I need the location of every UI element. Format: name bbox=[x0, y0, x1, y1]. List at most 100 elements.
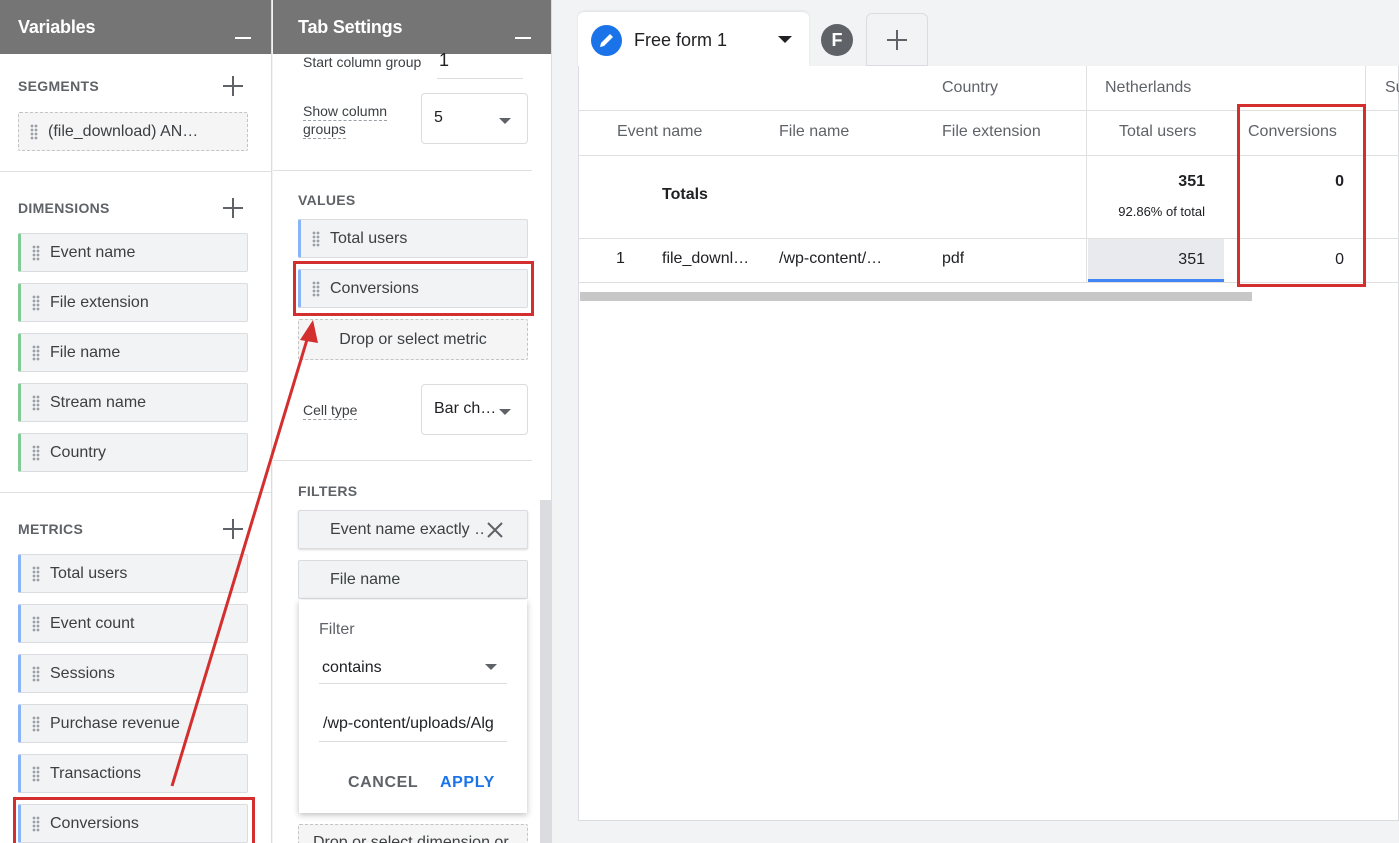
metric-chip-purchase-revenue[interactable]: Purchase revenue bbox=[18, 704, 248, 743]
start-column-group-label: Start column group bbox=[303, 54, 422, 70]
dimension-chip-event-name[interactable]: Event name bbox=[18, 233, 248, 272]
metric-label: Conversions bbox=[50, 815, 139, 832]
apply-button[interactable]: APPLY bbox=[440, 774, 495, 792]
segments-label: SEGMENTS bbox=[18, 78, 99, 94]
value-label: Conversions bbox=[330, 280, 419, 297]
values-label: VALUES bbox=[298, 192, 356, 208]
drop-metric-target[interactable]: Drop or select metric bbox=[298, 319, 528, 360]
close-icon[interactable] bbox=[486, 521, 504, 539]
collapse-tab-settings-icon[interactable] bbox=[515, 37, 531, 39]
drag-handle-icon[interactable] bbox=[32, 716, 40, 732]
start-column-group-input[interactable]: 1 bbox=[437, 50, 523, 79]
filter-chip-file-name[interactable]: File name bbox=[298, 560, 528, 599]
add-dimension-icon[interactable] bbox=[223, 198, 243, 218]
drag-handle-icon[interactable] bbox=[32, 295, 40, 311]
tab-menu-chevron-icon[interactable] bbox=[778, 36, 792, 43]
metric-chip-sessions[interactable]: Sessions bbox=[18, 654, 248, 693]
filter-match-type-select[interactable]: contains bbox=[319, 655, 507, 684]
metric-chip-transactions[interactable]: Transactions bbox=[18, 754, 248, 793]
column-header-file-extension[interactable]: File extension bbox=[942, 123, 1041, 141]
totals-total-users: 351 bbox=[1178, 173, 1205, 190]
group-header-netherlands[interactable]: Netherlands bbox=[1105, 79, 1191, 97]
row-event-name[interactable]: file_downl… bbox=[662, 250, 772, 268]
metric-chip-conversions[interactable]: Conversions bbox=[18, 804, 248, 843]
cell-type-select[interactable]: Bar ch… bbox=[421, 384, 528, 435]
variables-title: Variables bbox=[18, 17, 96, 37]
filter-heading: Filter bbox=[319, 621, 355, 638]
drop-metric-label: Drop or select metric bbox=[339, 330, 487, 348]
row-total-users[interactable]: 351 bbox=[1087, 251, 1205, 269]
dimension-label: File name bbox=[50, 344, 121, 361]
metrics-label: METRICS bbox=[18, 521, 84, 537]
filter-value-input[interactable]: /wp-content/uploads/Alg bbox=[319, 710, 507, 742]
table-horizontal-scrollbar[interactable] bbox=[580, 292, 1252, 301]
group-header-next[interactable]: Su bbox=[1385, 79, 1399, 97]
collapse-variables-icon[interactable] bbox=[235, 37, 251, 39]
drag-handle-icon[interactable] bbox=[32, 766, 40, 782]
add-tab-button[interactable] bbox=[866, 13, 928, 66]
show-column-groups-value: 5 bbox=[434, 109, 443, 126]
column-header-event-name[interactable]: Event name bbox=[617, 123, 702, 141]
row-conversions[interactable]: 0 bbox=[1239, 251, 1344, 269]
metric-label: Event count bbox=[50, 615, 135, 632]
row-file-extension[interactable]: pdf bbox=[942, 250, 964, 268]
drag-handle-icon[interactable] bbox=[312, 281, 320, 297]
column-header-file-name[interactable]: File name bbox=[779, 123, 849, 141]
dimension-label: Stream name bbox=[50, 394, 147, 411]
drag-handle-icon[interactable] bbox=[30, 124, 38, 140]
dimension-label: Event name bbox=[50, 244, 136, 261]
avatar[interactable]: F bbox=[821, 24, 853, 56]
dimension-chip-country[interactable]: Country bbox=[18, 433, 248, 472]
drag-handle-icon[interactable] bbox=[32, 566, 40, 582]
drag-handle-icon[interactable] bbox=[32, 616, 40, 632]
tab-settings-scrollbar[interactable] bbox=[540, 500, 551, 843]
show-column-groups-label-1: Show column bbox=[303, 103, 388, 121]
column-header-conversions[interactable]: Conversions bbox=[1248, 123, 1337, 141]
add-segment-icon[interactable] bbox=[223, 76, 243, 96]
drag-handle-icon[interactable] bbox=[32, 245, 40, 261]
drag-handle-icon[interactable] bbox=[32, 666, 40, 682]
column-header-total-users[interactable]: Total users bbox=[1119, 123, 1196, 141]
value-chip-total-users[interactable]: Total users bbox=[298, 219, 528, 258]
pencil-icon bbox=[591, 25, 622, 56]
cell-type-value: Bar ch… bbox=[434, 400, 497, 417]
chevron-down-icon bbox=[499, 118, 511, 124]
segment-label: (file_download) AN… bbox=[48, 123, 199, 140]
dimension-chip-file-extension[interactable]: File extension bbox=[18, 283, 248, 322]
tab-settings-header: Tab Settings bbox=[273, 0, 551, 54]
totals-conversions: 0 bbox=[1335, 173, 1344, 190]
drag-handle-icon[interactable] bbox=[32, 345, 40, 361]
drag-handle-icon[interactable] bbox=[32, 395, 40, 411]
filter-chip-event-name[interactable]: Event name exactly … bbox=[298, 510, 528, 549]
filter-value-text: /wp-content/uploads/Alg bbox=[323, 715, 494, 732]
cancel-button[interactable]: CANCEL bbox=[348, 774, 418, 792]
filter-match-type-value: contains bbox=[322, 659, 382, 676]
drop-dimension-target[interactable]: Drop or select dimension or bbox=[298, 824, 528, 843]
main-canvas-area: Free form 1 F Country Netherlands Su Eve… bbox=[553, 0, 1399, 843]
chevron-down-icon bbox=[485, 664, 497, 670]
add-metric-icon[interactable] bbox=[223, 519, 243, 539]
filter-popup: Filter contains /wp-content/uploads/Alg … bbox=[299, 600, 527, 813]
segment-chip[interactable]: (file_download) AN… bbox=[18, 112, 248, 151]
row-file-name[interactable]: /wp-content/… bbox=[779, 250, 899, 268]
drag-handle-icon[interactable] bbox=[32, 816, 40, 832]
plus-icon bbox=[887, 30, 907, 50]
drag-handle-icon[interactable] bbox=[32, 445, 40, 461]
tabs-bar: Free form 1 F bbox=[553, 0, 1399, 67]
tab-title: Free form 1 bbox=[634, 30, 728, 50]
dimension-chip-file-name[interactable]: File name bbox=[18, 333, 248, 372]
show-column-groups-label-2: groups bbox=[303, 121, 346, 139]
value-chip-conversions[interactable]: Conversions bbox=[298, 269, 528, 308]
metric-chip-event-count[interactable]: Event count bbox=[18, 604, 248, 643]
drag-handle-icon[interactable] bbox=[312, 231, 320, 247]
dimension-label: Country bbox=[50, 444, 107, 461]
show-column-groups-select[interactable]: 5 bbox=[421, 93, 528, 144]
filters-label: FILTERS bbox=[298, 483, 358, 499]
metric-chip-total-users[interactable]: Total users bbox=[18, 554, 248, 593]
variables-panel: Variables SEGMENTS (file_download) AN… D… bbox=[0, 0, 272, 843]
variables-header: Variables bbox=[0, 0, 271, 54]
tab-free-form-1[interactable]: Free form 1 bbox=[578, 12, 809, 67]
dimension-chip-stream-name[interactable]: Stream name bbox=[18, 383, 248, 422]
tab-settings-title: Tab Settings bbox=[298, 17, 403, 37]
value-label: Total users bbox=[330, 230, 408, 247]
